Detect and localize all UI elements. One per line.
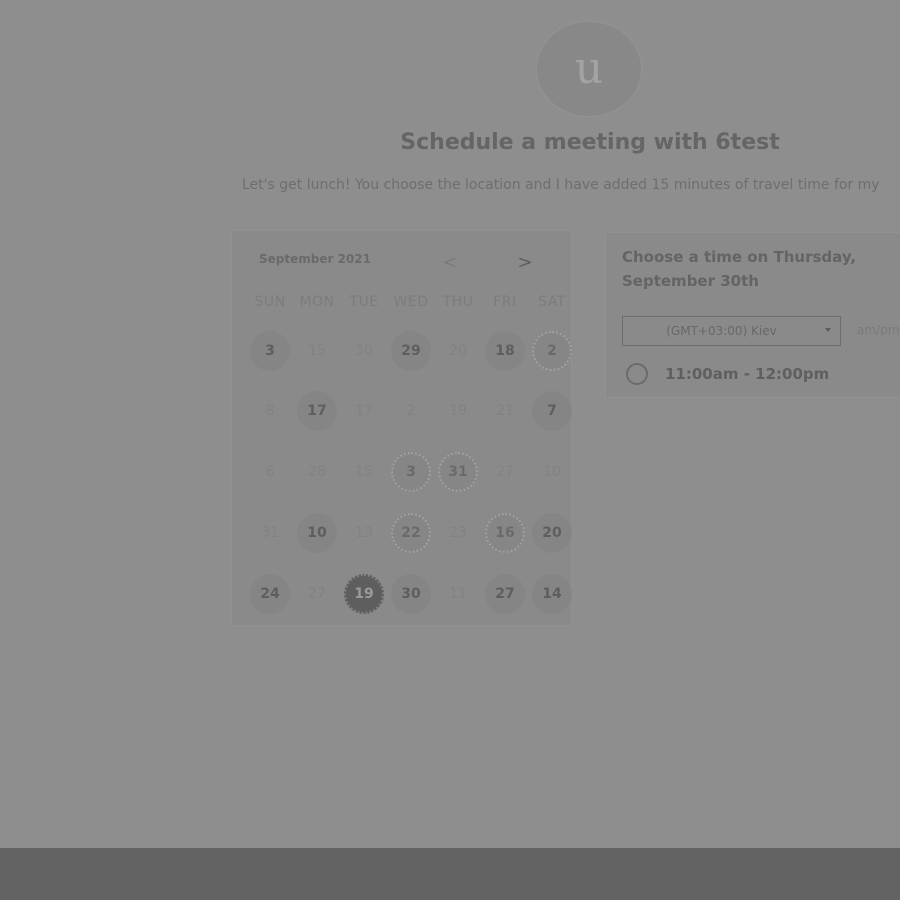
calendar-day[interactable]: 24 [250, 574, 290, 614]
time-slot-option[interactable]: 11:00am - 12:00pm [626, 363, 829, 385]
calendar-day-selected[interactable]: 19 [344, 574, 384, 614]
avatar-letter: u [574, 43, 604, 94]
calendar-day: 27 [496, 464, 514, 480]
calendar-day: 17 [355, 403, 373, 419]
calendar-day: 21 [496, 403, 514, 419]
meeting-description: Let's get lunch! You choose the location… [242, 177, 880, 193]
calendar-day: 30 [355, 343, 373, 359]
weekday-label: SAT [538, 294, 566, 310]
calendar-day: 15 [308, 343, 326, 359]
calendar-day[interactable]: 10 [297, 513, 337, 553]
weekday-label: TUE [349, 294, 379, 310]
calendar-day[interactable]: 22 [391, 513, 431, 553]
bottom-bar [0, 848, 900, 900]
calendar-day: 23 [449, 525, 467, 541]
calendar-day[interactable]: 30 [391, 574, 431, 614]
scheduling-page: u Schedule a meeting with 6test Let's ge… [0, 0, 900, 900]
calendar-day: 15 [355, 464, 373, 480]
calendar-day: 6 [265, 464, 275, 480]
calendar-day: 13 [355, 525, 373, 541]
weekday-label: THU [442, 294, 474, 310]
caret-down-icon [825, 328, 831, 332]
weekday-label: SUN [254, 294, 286, 310]
calendar-day: 31 [261, 525, 279, 541]
host-avatar: u [537, 22, 641, 116]
calendar-day[interactable]: 18 [485, 331, 525, 371]
calendar-day: 8 [265, 403, 275, 419]
calendar-day[interactable]: 2 [532, 331, 572, 371]
calendar-day: 2 [406, 403, 416, 419]
calendar-day[interactable]: 17 [297, 391, 337, 431]
chevron-left-icon[interactable]: < [440, 250, 460, 274]
calendar-day[interactable]: 3 [250, 331, 290, 371]
calendar-day[interactable]: 7 [532, 391, 572, 431]
weekday-label: WED [393, 294, 429, 310]
radio-button[interactable] [626, 363, 648, 385]
calendar-day: 10 [543, 464, 561, 480]
time-panel-heading: Choose a time on Thursday, September 30t… [622, 248, 857, 290]
chevron-right-icon[interactable]: > [515, 250, 535, 274]
calendar-day: 27 [308, 586, 326, 602]
calendar-day: 19 [449, 403, 467, 419]
calendar-month-label: September 2021 [259, 252, 371, 266]
time-slot-label: 11:00am - 12:00pm [665, 365, 830, 383]
calendar-day[interactable]: 20 [532, 513, 572, 553]
calendar-day[interactable]: 16 [485, 513, 525, 553]
calendar-day[interactable]: 31 [438, 452, 478, 492]
timezone-value: (GMT+03:00) Kiev [666, 324, 777, 338]
calendar-day[interactable]: 27 [485, 574, 525, 614]
calendar-day[interactable]: 14 [532, 574, 572, 614]
timezone-select[interactable]: (GMT+03:00) Kiev [622, 316, 841, 346]
time-format-toggle[interactable]: am/pm [857, 323, 899, 337]
calendar-day: 20 [449, 343, 467, 359]
calendar-day[interactable]: 3 [391, 452, 431, 492]
page-title: Schedule a meeting with 6test [400, 130, 780, 155]
weekday-label: FRI [493, 294, 517, 310]
calendar-day: 11 [449, 586, 467, 602]
calendar-day[interactable]: 29 [391, 331, 431, 371]
weekday-label: MON [299, 294, 335, 310]
calendar-day: 28 [308, 464, 326, 480]
